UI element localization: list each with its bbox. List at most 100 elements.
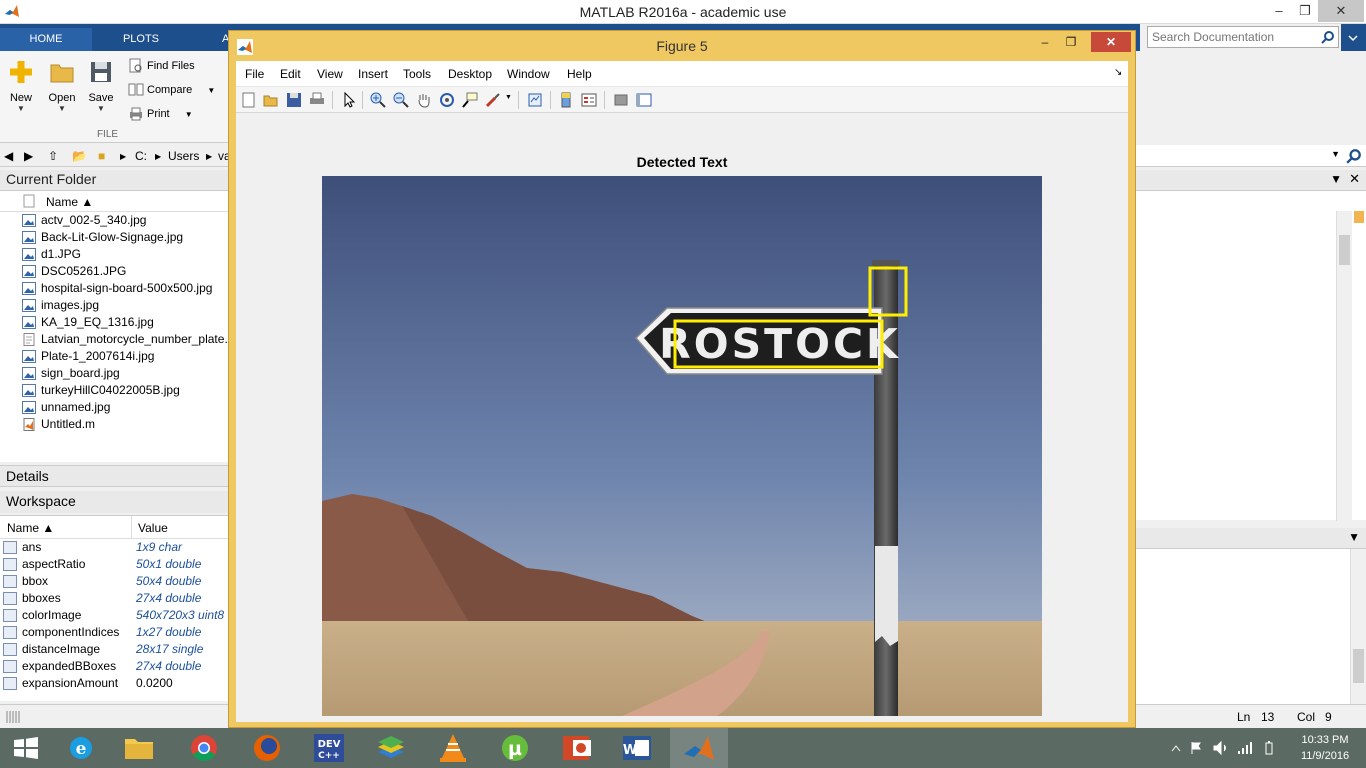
menu-insert[interactable]: Insert: [358, 67, 388, 81]
file-list-item[interactable]: d1.JPG: [0, 246, 228, 263]
print-button[interactable]: Print ▼: [128, 105, 193, 123]
show-plot-tools-icon[interactable]: [635, 91, 653, 109]
breadcrumb-users[interactable]: Users: [168, 149, 199, 163]
column-divider[interactable]: [131, 516, 132, 539]
command-window[interactable]: [1135, 548, 1366, 705]
pan-icon[interactable]: [415, 91, 433, 109]
command-scrollbar[interactable]: [1350, 549, 1366, 705]
file-list-item[interactable]: Plate-1_2007614i.jpg: [0, 348, 228, 365]
taskbar-vlc[interactable]: [424, 728, 482, 768]
open-file-icon[interactable]: [262, 91, 280, 109]
taskbar-firefox[interactable]: [238, 728, 296, 768]
figure-maximize-button[interactable]: ❐: [1057, 32, 1085, 52]
menu-view[interactable]: View: [317, 67, 343, 81]
current-folder-column-header[interactable]: Name ▲: [0, 191, 228, 212]
file-list-item[interactable]: Back-Lit-Glow-Signage.jpg: [0, 229, 228, 246]
taskbar-chrome[interactable]: [175, 728, 233, 768]
file-list-item[interactable]: Untitled.m: [0, 416, 228, 433]
taskbar-word[interactable]: W: [608, 728, 666, 768]
warning-indicator[interactable]: [1354, 211, 1364, 223]
taskbar-bluestacks[interactable]: [362, 728, 420, 768]
ribbon-expand[interactable]: [1341, 24, 1366, 51]
workspace-variable-row[interactable]: expansionAmount 0.0200: [0, 675, 228, 692]
rotate-3d-icon[interactable]: [438, 91, 456, 109]
flag-icon[interactable]: [1191, 742, 1201, 754]
workspace-variable-row[interactable]: aspectRatio 50x1 double: [0, 556, 228, 573]
taskbar-clock[interactable]: 10:33 PM 11/9/2016: [1290, 732, 1360, 764]
link-plot-icon[interactable]: [526, 91, 544, 109]
figure-close-button[interactable]: ✕: [1091, 32, 1131, 52]
chevron-down-icon[interactable]: ▼: [1331, 149, 1340, 159]
chevron-down-icon[interactable]: ▼: [505, 94, 512, 101]
legend-icon[interactable]: [580, 91, 598, 109]
print-figure-icon[interactable]: [308, 91, 326, 109]
workspace-variable-row[interactable]: componentIndices 1x27 double: [0, 624, 228, 641]
network-icon[interactable]: [1238, 742, 1252, 754]
chevron-down-icon[interactable]: ▼: [1348, 530, 1360, 544]
hide-plot-tools-icon[interactable]: [612, 91, 630, 109]
workspace-variable-row[interactable]: expandedBBoxes 27x4 double: [0, 658, 228, 675]
zoom-out-icon[interactable]: [392, 91, 410, 109]
figure-titlebar[interactable]: Figure 5 – ❐ ✕: [229, 31, 1135, 61]
editor-scrollbar[interactable]: [1336, 211, 1352, 521]
taskbar-internet-explorer[interactable]: e: [52, 728, 110, 768]
file-list-item[interactable]: actv_002-5_340.jpg: [0, 212, 228, 229]
taskbar-powerpoint[interactable]: [548, 728, 606, 768]
taskbar-file-explorer[interactable]: [110, 728, 168, 768]
file-list-item[interactable]: hospital-sign-board-500x500.jpg: [0, 280, 228, 297]
menu-tools[interactable]: Tools: [403, 67, 431, 81]
forward-icon[interactable]: ▶: [24, 149, 33, 163]
close-button[interactable]: ✕: [1318, 0, 1364, 22]
file-list-item[interactable]: images.jpg: [0, 297, 228, 314]
back-icon[interactable]: ◀: [4, 149, 13, 163]
menu-desktop[interactable]: Desktop: [448, 67, 492, 81]
taskbar-utorrent[interactable]: µ: [486, 728, 544, 768]
search-icon[interactable]: [1321, 30, 1335, 44]
workspace-list[interactable]: Name ▲ Value ans 1x9 char aspectRatio 50x1 …: [0, 515, 228, 701]
file-list-item[interactable]: unnamed.jpg: [0, 399, 228, 416]
tab-apps[interactable]: A: [190, 28, 230, 51]
new-figure-icon[interactable]: [240, 91, 258, 109]
file-list-item[interactable]: KA_19_EQ_1316.jpg: [0, 314, 228, 331]
ws-value-column-header[interactable]: Value: [138, 521, 168, 535]
menu-window[interactable]: Window: [507, 67, 550, 81]
workspace-variable-row[interactable]: ans 1x9 char: [0, 539, 228, 556]
up-folder-icon[interactable]: ⇧: [48, 149, 58, 163]
scroll-thumb[interactable]: [1353, 649, 1364, 683]
menu-help[interactable]: Help: [567, 67, 592, 81]
zoom-in-icon[interactable]: [369, 91, 387, 109]
detected-text-image[interactable]: ROSTOCK: [322, 176, 1042, 716]
file-list-item[interactable]: turkeyHillC04022005B.jpg: [0, 382, 228, 399]
menu-file[interactable]: File: [245, 67, 264, 81]
search-icon[interactable]: [1346, 148, 1362, 164]
file-list-item[interactable]: DSC05261.JPG: [0, 263, 228, 280]
tab-plots[interactable]: PLOTS: [96, 28, 186, 51]
dock-arrow-icon[interactable]: ↘: [1114, 67, 1122, 78]
details-header[interactable]: Details: [0, 465, 228, 487]
ws-name-column-header[interactable]: Name ▲: [7, 521, 54, 535]
menu-edit[interactable]: Edit: [280, 67, 301, 81]
search-documentation-input[interactable]: [1148, 27, 1318, 47]
compare-button[interactable]: Compare ▼: [128, 81, 215, 99]
taskbar-devcpp[interactable]: DEV C++: [300, 728, 358, 768]
file-list-item[interactable]: sign_board.jpg: [0, 365, 228, 382]
chevron-down-icon[interactable]: ▼: [1330, 172, 1342, 186]
workspace-variable-row[interactable]: distanceImage 28x17 single: [0, 641, 228, 658]
editor-panel[interactable]: [1135, 190, 1366, 521]
pointer-icon[interactable]: [340, 91, 358, 109]
breadcrumb-c[interactable]: C:: [135, 149, 147, 163]
scroll-thumb[interactable]: [1339, 235, 1350, 265]
figure-minimize-button[interactable]: –: [1031, 32, 1059, 52]
save-button[interactable]: Save ▼: [82, 57, 120, 113]
workspace-variable-row[interactable]: bbox 50x4 double: [0, 573, 228, 590]
open-button[interactable]: Open ▼: [43, 57, 81, 113]
close-icon[interactable]: ✕: [1349, 171, 1360, 187]
file-list-item[interactable]: Latvian_motorcycle_number_plate.p: [0, 331, 228, 348]
start-button[interactable]: [0, 728, 52, 768]
tray-expand-icon[interactable]: [1171, 745, 1181, 752]
taskbar-matlab[interactable]: [670, 728, 728, 768]
data-cursor-icon[interactable]: [461, 91, 479, 109]
tab-home[interactable]: HOME: [0, 28, 92, 51]
colorbar-icon[interactable]: [557, 91, 575, 109]
browse-folder-icon[interactable]: 📂: [72, 149, 87, 163]
